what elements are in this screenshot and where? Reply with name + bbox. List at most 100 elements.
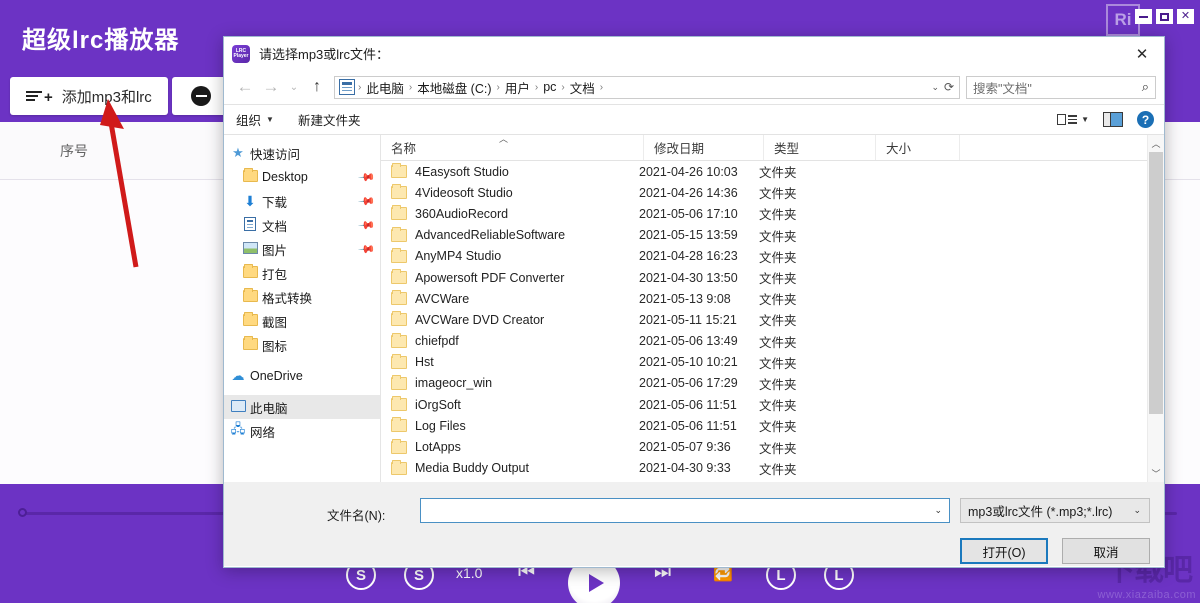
close-button[interactable]: ✕ [1177,9,1194,24]
breadcrumb-folder-icon [339,79,355,95]
preview-pane-icon[interactable] [1103,112,1123,127]
table-row[interactable]: AVCWare2021-05-13 9:08文件夹 [381,288,1164,309]
file-list-scrollbar[interactable]: ︿ ﹀ [1147,135,1164,482]
scroll-up-icon[interactable]: ︿ [1148,135,1164,152]
new-folder-button[interactable]: 新建文件夹 [298,110,361,129]
table-row[interactable]: AdvancedReliableSoftware2021-05-15 13:59… [381,225,1164,246]
breadcrumb[interactable]: › 此电脑 › 本地磁盘 (C:) › 用户 › pc › 文档 › ⌄ ⟳ [334,76,960,99]
sidebar-item-4[interactable]: 图片📌 [224,237,380,261]
file-name-text: LotApps [415,440,461,454]
file-type-cell: 文件夹 [759,268,871,287]
back-icon[interactable]: ← [232,77,258,97]
table-row[interactable]: LotApps2021-05-07 9:36文件夹 [381,436,1164,457]
table-row[interactable]: 360AudioRecord2021-05-06 17:10文件夹 [381,203,1164,224]
download-icon: ⬇ [238,193,262,210]
breadcrumb-dropdown-icon[interactable]: ⌄ [931,82,939,93]
file-name-cell: AVCWare DVD Creator [381,313,639,327]
dialog-footer: 文件名(N): ⌄ mp3或lrc文件 (*.mp3;*.lrc) ⌄ 打开(O… [224,482,1164,566]
table-row[interactable]: Apowersoft PDF Converter2021-04-30 13:50… [381,267,1164,288]
folder-icon [238,314,262,329]
folder-icon [391,335,407,348]
dialog-close-button[interactable]: ✕ [1120,37,1164,70]
breadcrumb-item-2[interactable]: 用户 [501,78,534,97]
breadcrumb-item-4[interactable]: 文档 [566,78,599,97]
remove-item-button[interactable] [172,77,230,115]
minimize-button[interactable] [1135,9,1152,24]
help-icon[interactable]: ? [1137,111,1154,128]
organize-menu[interactable]: 组织 ▼ [236,110,274,129]
sidebar-item-3[interactable]: 文档📌 [224,213,380,237]
table-row[interactable]: Hst2021-05-10 10:21文件夹 [381,352,1164,373]
table-row[interactable]: 4Videosoft Studio2021-04-26 14:36文件夹 [381,182,1164,203]
file-rows[interactable]: 4Easysoft Studio2021-04-26 10:03文件夹4Vide… [381,161,1164,482]
sidebar-item-label: 图标 [262,336,374,355]
cancel-button[interactable]: 取消 [1062,538,1150,564]
folder-icon [238,338,262,353]
table-row[interactable]: imageocr_win2021-05-06 17:29文件夹 [381,373,1164,394]
file-type-cell: 文件夹 [759,353,871,372]
folder-icon [391,377,407,390]
refresh-icon[interactable]: ⟳ [944,80,954,94]
sidebar-item-6[interactable]: 格式转换 [224,285,380,309]
scrollbar-thumb[interactable] [1149,152,1163,414]
file-name-text: 4Easysoft Studio [415,165,509,179]
column-header-size[interactable]: 大小 [875,135,959,160]
column-header-name[interactable]: 名称 [381,135,643,160]
table-row[interactable]: AVCWare DVD Creator2021-05-11 15:21文件夹 [381,309,1164,330]
pin-icon[interactable]: 📌 [358,216,377,235]
sidebar-item-5[interactable]: 打包 [224,261,380,285]
sidebar-item-0[interactable]: ★快速访问 [224,141,380,165]
up-one-level-icon[interactable]: ↑ [304,78,330,96]
table-row[interactable]: 4Easysoft Studio2021-04-26 10:03文件夹 [381,161,1164,182]
pin-icon[interactable]: 📌 [358,240,377,259]
dialog-commandbar: 组织 ▼ 新建文件夹 ▼ ? [224,104,1164,135]
sidebar-item-label: OneDrive [250,369,374,383]
scroll-down-icon[interactable]: ﹀ [1148,465,1164,482]
file-name-cell: Hst [381,355,639,369]
table-row[interactable]: chiefpdf2021-05-06 13:49文件夹 [381,331,1164,352]
filename-label: 文件名(N): [327,505,385,524]
open-button[interactable]: 打开(O) [960,538,1048,564]
maximize-button[interactable] [1156,9,1173,24]
file-name-cell: Apowersoft PDF Converter [381,271,639,285]
pin-icon[interactable]: 📌 [358,168,377,187]
network-icon: 🖧 [226,420,250,442]
filename-input[interactable]: ⌄ [420,498,950,523]
breadcrumb-item-1[interactable]: 本地磁盘 (C:) [413,78,495,97]
sidebar-item-10[interactable]: 此电脑 [224,395,380,419]
sidebar-item-1[interactable]: Desktop📌 [224,165,380,189]
seek-slider-knob[interactable] [18,508,27,517]
file-name-cell: iOrgSoft [381,398,639,412]
file-type-filter-dropdown[interactable]: mp3或lrc文件 (*.mp3;*.lrc) ⌄ [960,498,1150,523]
sidebar-item-11[interactable]: 🖧网络 [224,419,380,443]
file-date-cell: 2021-05-13 9:08 [639,292,759,306]
chevron-down-icon: ▼ [266,115,274,124]
column-header-date[interactable]: 修改日期 [643,135,763,160]
recent-locations-icon[interactable]: ⌄ [284,82,304,93]
minimize-icon [1139,16,1148,18]
search-input[interactable]: 搜索"文档" ⌕ [966,76,1156,99]
folder-icon [238,170,262,185]
navigation-pane[interactable]: ★快速访问Desktop📌⬇下载📌文档📌图片📌打包格式转换截图图标 ☁OneDri… [224,135,381,482]
table-row[interactable]: Media Buddy Output2021-04-30 9:33文件夹 [381,458,1164,479]
file-type-cell: 文件夹 [759,162,871,181]
breadcrumb-item-3[interactable]: pc [539,80,560,94]
breadcrumb-item-0[interactable]: 此电脑 [362,78,408,97]
add-mp3-lrc-button[interactable]: + 添加mp3和lrc [10,77,168,115]
folder-icon [391,250,407,263]
table-row[interactable]: iOrgSoft2021-05-06 11:51文件夹 [381,394,1164,415]
close-icon: ✕ [1181,11,1190,22]
table-row[interactable]: AnyMP4 Studio2021-04-28 16:23文件夹 [381,246,1164,267]
sidebar-item-8[interactable]: 图标 [224,333,380,357]
table-row[interactable]: Log Files2021-05-06 11:51文件夹 [381,415,1164,436]
column-header-blank [959,135,1164,160]
sidebar-item-7[interactable]: 截图 [224,309,380,333]
chevron-down-icon[interactable]: ⌄ [934,505,942,516]
folder-icon [238,266,262,281]
sidebar-item-2[interactable]: ⬇下载📌 [224,189,380,213]
column-header-type[interactable]: 类型 [763,135,875,160]
pin-icon[interactable]: 📌 [358,192,377,211]
forward-icon[interactable]: → [258,77,284,97]
sidebar-item-9[interactable]: ☁OneDrive [224,364,380,388]
view-list-icon[interactable]: ▼ [1057,114,1089,125]
